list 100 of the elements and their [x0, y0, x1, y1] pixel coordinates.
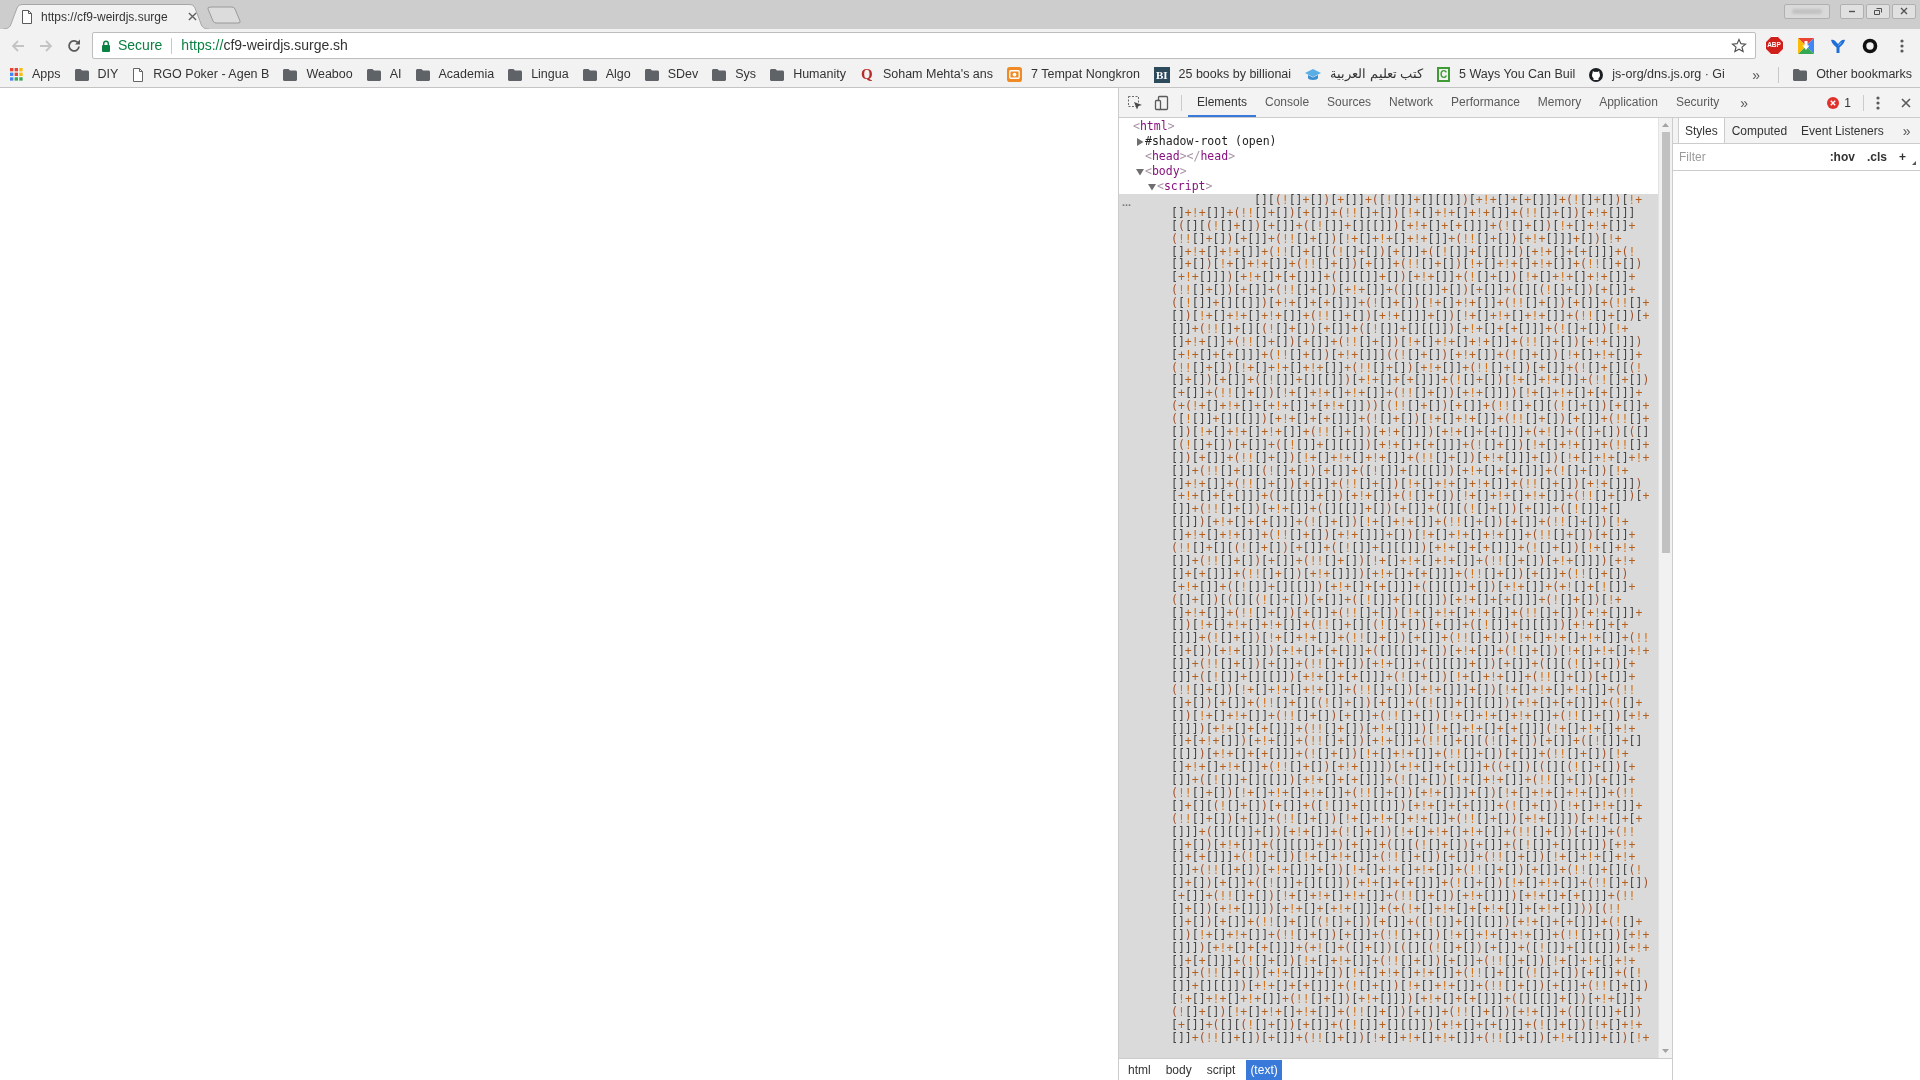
- panel-tab[interactable]: Elements: [1188, 88, 1257, 117]
- bookmark-item[interactable]: Algo: [582, 65, 631, 84]
- bookmark-item[interactable]: RGO Poker - Agen B: [132, 65, 270, 84]
- bookmark-item[interactable]: AI: [366, 65, 402, 84]
- logo-tile: C: [1437, 67, 1451, 82]
- code-line: [])[!+[]+!+[]+!+[]]+(!![]+[])[+!+[]]])[+!+[]+[+[]]]+(+![]+([]+[])[([]: [1171, 426, 1650, 439]
- sidebar-tab[interactable]: Event Listeners: [1794, 118, 1891, 143]
- code-line: []]+([![]]+[][[]])[+!+[]+[+[]]]+(![]+[])[!+[]+!+[]]+(!![]+[])[+[]]+: [1171, 774, 1636, 787]
- code-line: []+!+[]+!+[]]+(!![]+[])[+!+[]]]+[])[!+[]+!+[]+!+[]]+(!![]+[])[+[]]+: [1171, 529, 1636, 543]
- bookmark-item[interactable]: Weaboo: [283, 65, 353, 84]
- bookmark-item[interactable]: C 5 Ways You Can Buil: [1437, 65, 1576, 84]
- filter-field[interactable]: Filter: [1679, 147, 1824, 167]
- lock-icon: [101, 39, 111, 52]
- bookmark-item[interactable]: Lingua: [508, 65, 569, 84]
- bookmark-item[interactable]: js-org/dns.js.org · Gi: [1589, 65, 1725, 84]
- styles-toolbar-button[interactable]: +: [1893, 148, 1912, 166]
- apps-grid-icon: [10, 68, 23, 81]
- breadcrumb-item[interactable]: body: [1161, 1059, 1196, 1080]
- code-line: []+!+[]]+(!![]+[])[+[]]+(!![]+[])[!+[]+!+[]+!+[]]+(!![]+[])[+!+[]]]: [1171, 206, 1636, 220]
- code-line: [][(![]+[])[+[]]+([![]]+[][[]])[+!+[]+[+[]]]+(![]+[])[!+: [1254, 194, 1643, 207]
- bookmark-item[interactable]: 7 Tempat Nongkron: [1007, 65, 1140, 84]
- element-tag[interactable]: <head></head>: [1145, 149, 1236, 164]
- code-line: ([![]]+[][[]])[+!+[]+[+[]]]+(![]+[])[!+[]+!+[]]+(!![]+[])[+[]]+(!![]+: [1171, 297, 1650, 310]
- graduation-cap-icon: [1305, 68, 1322, 81]
- panel-tab[interactable]: Security: [1666, 88, 1729, 117]
- bookmark-item[interactable]: BI 25 books by billionai: [1153, 65, 1292, 84]
- cat-logo-icon: [1589, 67, 1604, 82]
- bookmark-item[interactable]: كتب تعليم العربية: [1305, 65, 1424, 84]
- code-line: []+[])[+[]]+([![]]+[][[]])[+!+[]+[+[]]]+(![]+[])[!+[]+!+[]]+(!![]+[]): [1171, 877, 1650, 891]
- panel-tab[interactable]: Memory: [1528, 88, 1591, 117]
- code-line: [!+[]+!+[]+!+[]]+(!![]+[])[+!+[]]])[+!+[]+[+[]]]+([][[]]+[])[+!+[]]+: [1171, 993, 1643, 1007]
- security-label: Secure: [118, 36, 163, 55]
- more-bookmarks-button[interactable]: »: [1748, 67, 1765, 82]
- panel-tab[interactable]: Network: [1380, 88, 1443, 117]
- panel-tab[interactable]: Console: [1256, 88, 1319, 117]
- error-counter-button[interactable]: 1: [1827, 93, 1851, 112]
- more-menu-icon[interactable]: [1876, 95, 1880, 110]
- url-text[interactable]: https://cf9-weirdjs.surge.sh: [181, 35, 348, 56]
- address-bar[interactable]: Secure https://cf9-weirdjs.surge.sh: [92, 32, 1756, 59]
- code-line: [+!+[]]])[+!+[]+[+[]]]+([][[]]+[])[+!+[]]+(![]+[])[!+[]+!+[]+!+[]]+: [1171, 271, 1636, 285]
- code-line: (!![]+[])[+[]]+(!![]+[])[!+[]+!+[]+!+[]]+(!![]+[])[+!+[]]]+[])[!+: [1171, 232, 1622, 246]
- folder-icon: [770, 67, 785, 82]
- photo-tile-icon: [1007, 67, 1022, 82]
- bookmark-item[interactable]: DIY: [74, 65, 119, 84]
- bookmark-item[interactable]: Other bookmarks: [1793, 65, 1912, 84]
- code-line: []]]+([][[]]+[])[+!+[]]+(![]+[])[!+[]+!+[]+!+[]]+(!![]+[])[+[]]+(!!: [1171, 825, 1636, 839]
- bookmark-item[interactable]: Humanity: [770, 65, 846, 84]
- panel-tab[interactable]: Application: [1590, 88, 1667, 117]
- code-line: [])[!+[]+!+[]+!+[]]+(!![]+[][(![]+[])[+[]]+([![]]+[][[]])[+!+[]+[+: [1171, 619, 1629, 633]
- panel-tab[interactable]: Performance: [1442, 88, 1529, 117]
- shadow-root-node[interactable]: #shadow-root (open): [1145, 134, 1277, 149]
- browser-tab[interactable]: https://cf9-weirdjs.surge: [3, 4, 209, 29]
- triangle-down-icon[interactable]: [1136, 167, 1144, 176]
- reload-icon[interactable]: [66, 37, 82, 54]
- star-icon[interactable]: [1731, 37, 1747, 54]
- more-tabs-button[interactable]: »: [1736, 95, 1753, 110]
- triangle-down-icon[interactable]: [1148, 182, 1156, 191]
- panel-tab[interactable]: Sources: [1318, 88, 1381, 117]
- styles-toolbar-button[interactable]: .cls: [1860, 148, 1893, 166]
- ring-icon[interactable]: [1862, 37, 1878, 54]
- inspect-icon[interactable]: [1127, 94, 1143, 111]
- code-line: []]+(!![]+[][(![]+[])[+[]]+([![]]+[][[]])[+!+[]+[+[]]]+(![]+[])[!+: [1171, 322, 1629, 336]
- close-icon[interactable]: [1901, 97, 1911, 108]
- folder-icon: [415, 67, 430, 82]
- bookmark-item[interactable]: Q Soham Mehta's ans: [859, 65, 993, 84]
- element-tag[interactable]: <script>: [1157, 179, 1213, 194]
- breadcrumb-item[interactable]: script: [1202, 1059, 1240, 1080]
- element-tag[interactable]: <html>: [1133, 119, 1175, 134]
- styles-toolbar-button[interactable]: :hov: [1823, 148, 1861, 166]
- restore-button[interactable]: [1866, 4, 1890, 19]
- code-line: [+[]]+(!![]+[])[!+[]+!+[]+!+[]]+(!![]+[])[+!+[]]])[!+[]+!+[]+[+[]]]+: [1171, 387, 1643, 401]
- code-line: []+!+[]]+(!![]+[])[+[]]+(!![]+[])[!+[]+!+[]+!+[]]+(!![]+[])[+!+[]]]): [1171, 477, 1643, 491]
- sidebar-tab[interactable]: Computed: [1724, 118, 1795, 143]
- funnel-icon[interactable]: [1830, 37, 1846, 54]
- element-tag[interactable]: <body>: [1145, 164, 1187, 179]
- scrollbar[interactable]: [1658, 118, 1672, 1058]
- bookmark-item[interactable]: Apps: [10, 65, 61, 84]
- page-icon: [21, 9, 33, 24]
- triangle-right-icon[interactable]: [1136, 137, 1144, 146]
- sidebar-tab[interactable]: Styles: [1678, 118, 1725, 143]
- restore-icon: [1873, 7, 1883, 16]
- scrollbar-thumb[interactable]: [1661, 132, 1670, 553]
- bookmark-item[interactable]: Academia: [415, 65, 495, 84]
- breadcrumb-item[interactable]: html: [1124, 1059, 1155, 1080]
- code-line: (!![]+[])[+[]]+(!![]+[])[+!+[]]+([][[]]+[])[+[]]+([][(![]+[])[+[]]+: [1171, 284, 1636, 298]
- breadcrumb-item[interactable]: (text): [1246, 1059, 1282, 1080]
- close-icon[interactable]: [188, 12, 197, 21]
- more-tabs-button[interactable]: »: [1898, 123, 1915, 138]
- download-square-icon[interactable]: [1798, 37, 1814, 54]
- code-line: []]+(!![]+[])[+[]]+(!![]+[])[!+[]+!+[]+!+[]]+(!![]+[])[+!+[]]])[+!+: [1171, 554, 1636, 568]
- code-line: [])[+[]]+(!![]+[])[!+[]+!+[]+!+[]]+(!![]+[])[+!+[]]]+[])[!+[]+!+[]+!+: [1171, 451, 1650, 465]
- page-icon: [132, 67, 145, 82]
- more-menu-icon[interactable]: [1900, 38, 1904, 53]
- code-line: [(![]+[])[+[]]+([![]]+[][[]])[+!+[]+[+[]]]+(![]+[])[!+[]+!+[]]+(!![]+: [1171, 438, 1650, 452]
- code-line: []]+(!![]+[])[+!+[]]]+[])[!+[]+!+[]+!+[]]+(!![]+[][(![]+[])[+[]]+([!: [1171, 967, 1643, 981]
- bookmark-item[interactable]: SDev: [644, 65, 699, 84]
- code-line: []+[])[+!+[]]])[+!+[]+[+!+[]]]+(+(!+[]+!+[]+[+!+[]]+[+!+[]]))[(!!: [1171, 903, 1622, 916]
- device-toolbar-icon[interactable]: [1154, 94, 1170, 111]
- bookmark-item[interactable]: Sys: [712, 65, 757, 84]
- close-window-button[interactable]: [1892, 4, 1916, 19]
